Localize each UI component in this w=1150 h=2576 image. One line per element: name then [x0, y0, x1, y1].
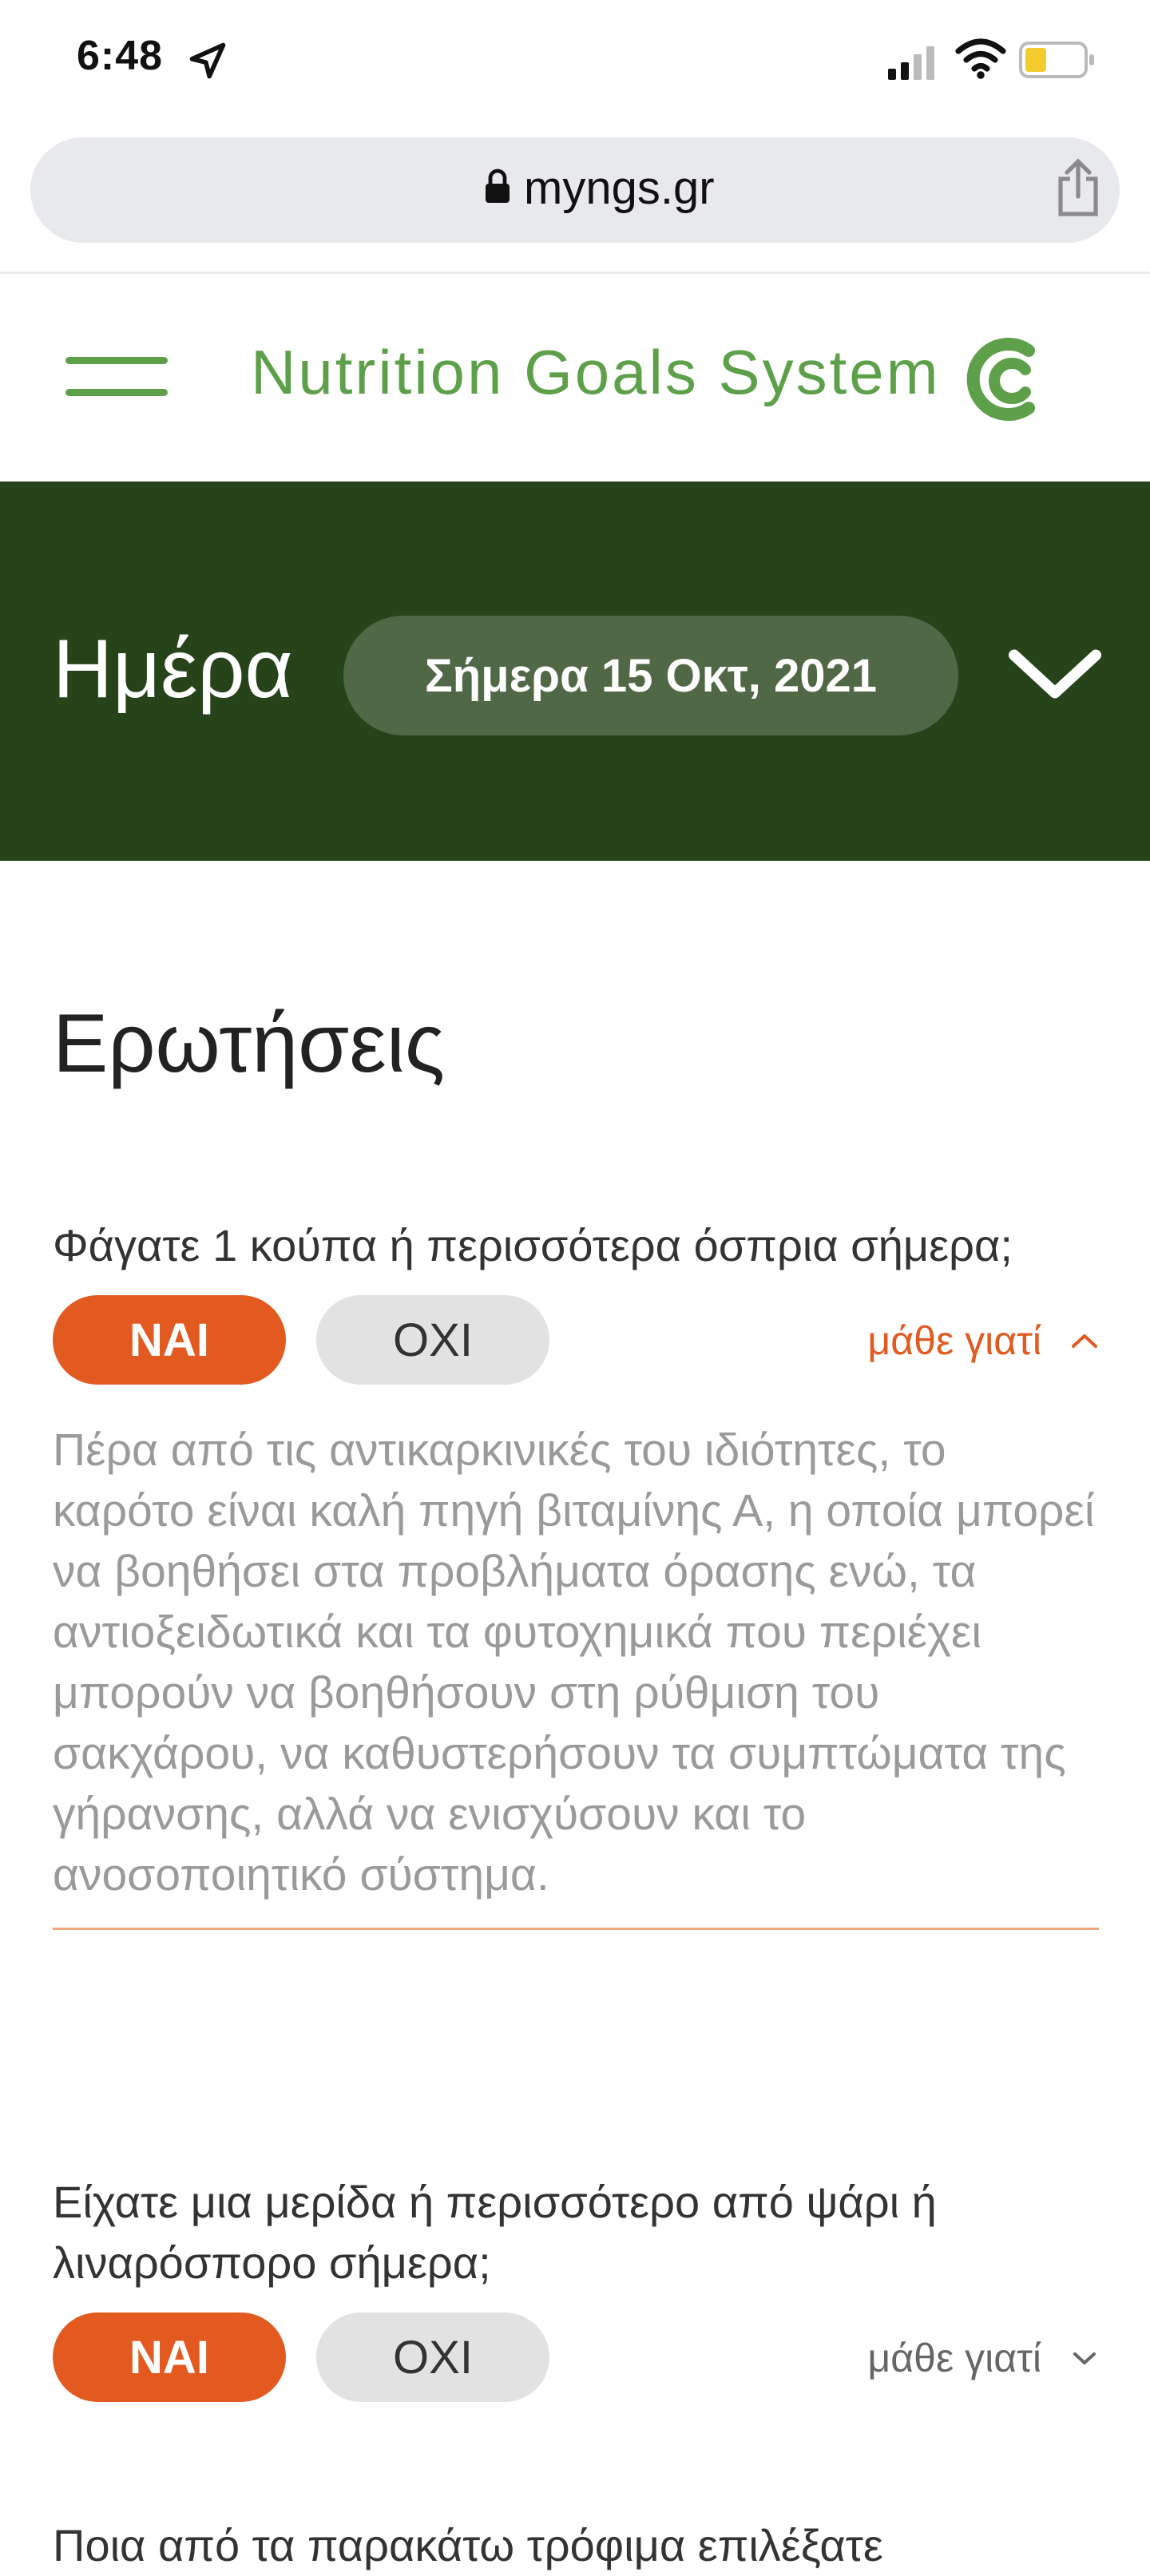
- explanation-divider: [53, 1928, 1099, 1930]
- learn-why-toggle[interactable]: μάθε γιατί: [867, 2335, 1099, 2381]
- day-banner: Ημέρα Σήμερα 15 Οκτ, 2021: [0, 482, 1150, 861]
- question-item: Είχατε μια μερίδα ή περισσότερο από ψάρι…: [53, 2172, 1099, 2404]
- site-header: Nutrition Goals System: [0, 274, 1150, 482]
- learn-why-label: μάθε γιατί: [867, 2336, 1041, 2380]
- chevron-down-icon: [1073, 2352, 1096, 2364]
- section-title: Ερωτήσεις: [53, 997, 445, 1090]
- status-time: 6:48: [77, 33, 164, 79]
- no-button[interactable]: ΟΧΙ: [316, 1295, 549, 1385]
- address-bar[interactable]: myngs.gr: [30, 137, 1120, 243]
- chevron-up-icon: [1072, 1334, 1097, 1348]
- site-title[interactable]: Nutrition Goals System: [251, 336, 941, 409]
- learn-why-toggle[interactable]: μάθε γιατί: [867, 1318, 1099, 1364]
- question-text: Είχατε μια μερίδα ή περισσότερο από ψάρι…: [53, 2177, 937, 2288]
- share-icon[interactable]: [1053, 158, 1104, 219]
- battery-icon: [1019, 42, 1094, 78]
- yes-button[interactable]: ΝΑΙ: [53, 2312, 286, 2402]
- question-text: Ποια από τα παρακάτω τρόφιμα επιλέξατε: [53, 2520, 883, 2570]
- signal-icon: [888, 46, 934, 80]
- location-arrow-icon: [189, 42, 226, 79]
- status-bar: 6:48: [0, 0, 1150, 120]
- yes-button[interactable]: ΝΑΙ: [53, 1295, 286, 1385]
- day-label: Ημέρα: [53, 623, 293, 715]
- question-item: Ποια από τα παρακάτω τρόφιμα επιλέξατε: [53, 2515, 1099, 2576]
- explanation-text: Πέρα από τις αντικαρκινικές του ιδιότητε…: [53, 1425, 1095, 1900]
- lock-icon: [486, 168, 510, 203]
- question-text: Φάγατε 1 κούπα ή περισσότερα όσπρια σήμε…: [53, 1220, 1013, 1270]
- wifi-icon: [955, 38, 1006, 79]
- question-item: Φάγατε 1 κούπα ή περισσότερα όσπρια σήμε…: [53, 1215, 1099, 1930]
- answer-row: ΝΑΙ ΟΧΙ μάθε γιατί: [53, 1295, 1099, 1386]
- logo-icon[interactable]: [965, 338, 1045, 422]
- date-selector[interactable]: Σήμερα 15 Οκτ, 2021: [343, 616, 958, 735]
- hamburger-menu-icon[interactable]: [65, 354, 169, 402]
- chevron-down-icon[interactable]: [1008, 645, 1102, 703]
- learn-why-label: μάθε γιατί: [867, 1318, 1041, 1363]
- url-text[interactable]: myngs.gr: [524, 161, 715, 215]
- no-button[interactable]: ΟΧΙ: [316, 2312, 549, 2402]
- answer-row: ΝΑΙ ΟΧΙ μάθε γιατί: [53, 2312, 1099, 2404]
